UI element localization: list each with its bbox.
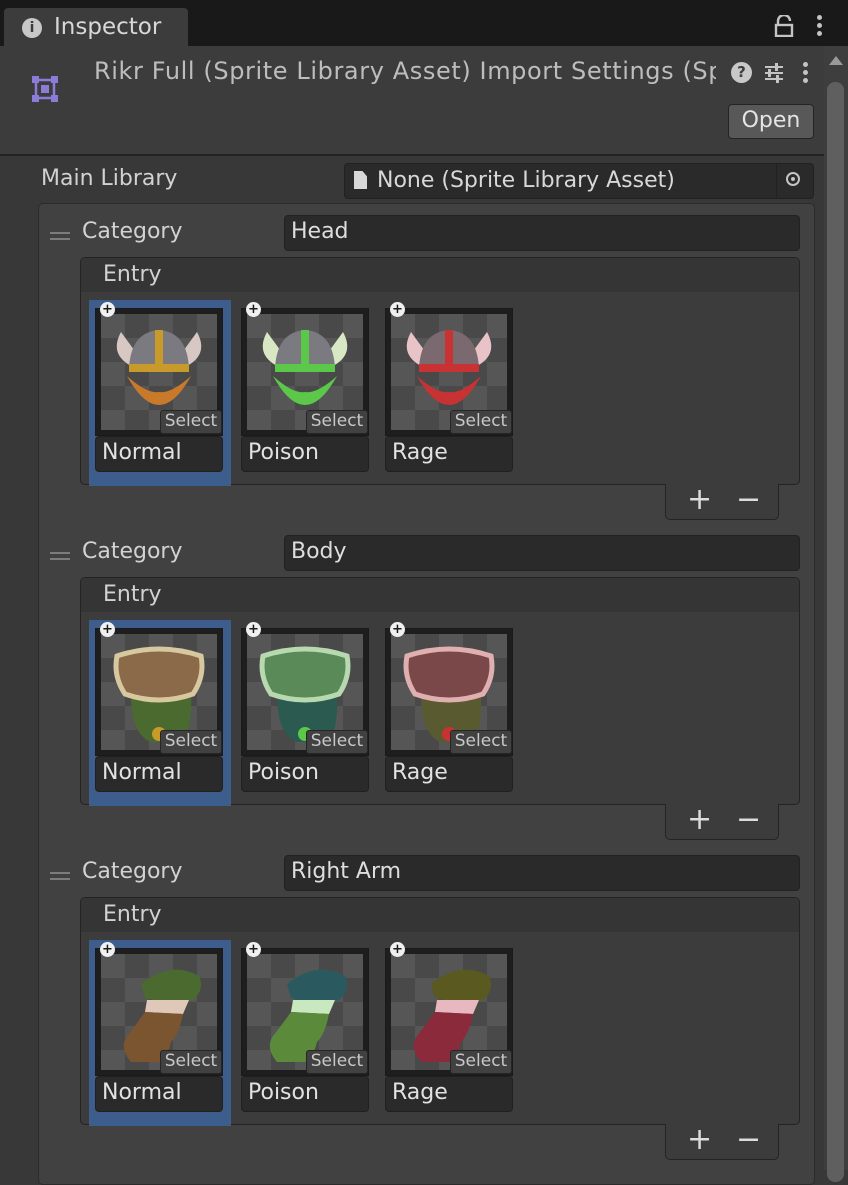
category-name-value: Body — [291, 539, 347, 564]
tab-inspector[interactable]: i Inspector — [4, 8, 188, 46]
select-button[interactable]: Select — [450, 730, 512, 754]
add-entry-button[interactable]: + — [687, 485, 712, 515]
entry-name-field[interactable]: Normal — [95, 436, 223, 472]
entry-name: Rage — [392, 760, 448, 785]
entry-name: Poison — [248, 1080, 319, 1105]
select-button[interactable]: Select — [306, 1050, 368, 1074]
asset-title: Rikr Full (Sprite Library Asset) Import … — [94, 57, 716, 85]
category-row-right-arm: Category Right Arm — [40, 855, 800, 895]
entry-name: Normal — [102, 1080, 182, 1105]
remove-entry-button[interactable]: − — [736, 1125, 761, 1155]
add-entry-icon[interactable]: + — [246, 942, 261, 957]
entry-name: Poison — [248, 440, 319, 465]
entry-name: Poison — [248, 760, 319, 785]
entry-label: Entry — [103, 262, 162, 287]
add-entry-icon[interactable]: + — [100, 942, 115, 957]
entry-list-footer: + − — [665, 1124, 779, 1160]
select-button[interactable]: Select — [160, 1050, 222, 1074]
entry-header: Entry — [81, 898, 799, 932]
entry-name: Normal — [102, 440, 182, 465]
category-row-body: Category Body — [40, 535, 800, 575]
entry-name-field[interactable]: Normal — [95, 1076, 223, 1112]
drag-handle-icon[interactable] — [50, 552, 70, 564]
category-row-head: Category Head — [40, 215, 800, 255]
main-library-field[interactable]: None (Sprite Library Asset) — [344, 163, 814, 199]
header-menu-icon[interactable] — [803, 62, 809, 86]
header-divider — [0, 154, 824, 156]
entry-list-footer: + − — [665, 484, 779, 520]
entry-list-head: Entry + Select Normal + Select Poison + … — [80, 257, 800, 520]
add-entry-button[interactable]: + — [687, 1125, 712, 1155]
entry-name-field[interactable]: Rage — [385, 1076, 513, 1112]
entry-list-footer: + − — [665, 804, 779, 840]
entry-name-field[interactable]: Poison — [241, 756, 369, 792]
add-entry-icon[interactable]: + — [100, 622, 115, 637]
category-name-field[interactable]: Right Arm — [284, 855, 800, 891]
tab-bar: i Inspector — [0, 0, 848, 46]
select-button[interactable]: Select — [160, 410, 222, 434]
entry-header: Entry — [81, 578, 799, 612]
add-entry-button[interactable]: + — [687, 805, 712, 835]
add-entry-icon[interactable]: + — [246, 302, 261, 317]
open-button[interactable]: Open — [728, 104, 814, 139]
entry-label: Entry — [103, 582, 162, 607]
document-icon — [354, 171, 367, 189]
entry-name: Rage — [392, 1080, 448, 1105]
category-name-field[interactable]: Head — [284, 215, 800, 251]
entry-list-body: Entry + Select Normal + Select Poison + … — [80, 577, 800, 840]
category-name-value: Right Arm — [291, 859, 402, 884]
drag-handle-icon[interactable] — [50, 872, 70, 884]
entry-header: Entry — [81, 258, 799, 292]
category-label: Category — [82, 219, 183, 244]
sprite-library-asset-icon — [32, 76, 58, 102]
category-label: Category — [82, 859, 183, 884]
select-button[interactable]: Select — [450, 1050, 512, 1074]
info-icon: i — [22, 18, 42, 38]
object-picker-icon[interactable] — [776, 164, 813, 198]
entry-name-field[interactable]: Poison — [241, 436, 369, 472]
scrollbar[interactable] — [824, 46, 848, 1182]
entry-name: Rage — [392, 440, 448, 465]
select-button[interactable]: Select — [160, 730, 222, 754]
presets-icon[interactable] — [763, 62, 785, 84]
category-label: Category — [82, 539, 183, 564]
add-entry-icon[interactable]: + — [390, 622, 405, 637]
add-entry-icon[interactable]: + — [100, 302, 115, 317]
lock-icon[interactable] — [774, 15, 794, 37]
entry-list-right-arm: Entry + Select Normal + Select Poison + … — [80, 897, 800, 1160]
remove-entry-button[interactable]: − — [736, 485, 761, 515]
select-button[interactable]: Select — [450, 410, 512, 434]
category-name-value: Head — [291, 219, 349, 244]
add-entry-icon[interactable]: + — [246, 622, 261, 637]
entry-name-field[interactable]: Rage — [385, 436, 513, 472]
tab-label: Inspector — [54, 14, 162, 40]
entry-name: Normal — [102, 760, 182, 785]
help-icon[interactable]: ? — [731, 62, 752, 83]
drag-handle-icon[interactable] — [50, 232, 70, 244]
scroll-up-arrow-icon[interactable] — [829, 56, 843, 65]
select-button[interactable]: Select — [306, 730, 368, 754]
main-library-value: None (Sprite Library Asset) — [377, 168, 675, 193]
remove-entry-button[interactable]: − — [736, 805, 761, 835]
category-name-field[interactable]: Body — [284, 535, 800, 571]
entry-name-field[interactable]: Poison — [241, 1076, 369, 1112]
main-library-label: Main Library — [41, 166, 178, 191]
entry-name-field[interactable]: Rage — [385, 756, 513, 792]
add-entry-icon[interactable]: + — [390, 942, 405, 957]
entry-name-field[interactable]: Normal — [95, 756, 223, 792]
scrollbar-thumb[interactable] — [827, 82, 844, 1182]
select-button[interactable]: Select — [306, 410, 368, 434]
tab-menu-icon[interactable] — [817, 15, 823, 39]
entry-label: Entry — [103, 902, 162, 927]
add-entry-icon[interactable]: + — [390, 302, 405, 317]
